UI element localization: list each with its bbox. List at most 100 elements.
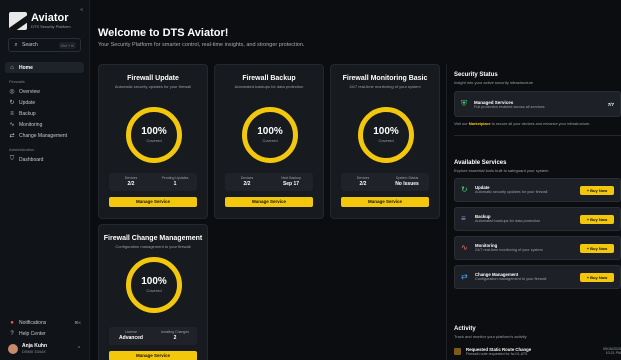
nav-monitoring-label: Monitoring (19, 121, 43, 128)
list-item[interactable]: Requested Static Route Change Firewall r… (454, 344, 621, 358)
card-firewall-backup: Firewall Backup Automated backups for da… (214, 64, 324, 219)
coverage-label: Covered (262, 138, 278, 143)
nav-section-administration: Administration (9, 147, 35, 152)
buy-now-button[interactable]: + Buy Now (580, 272, 614, 282)
refresh-icon: ↻ (9, 100, 15, 106)
marketplace-link[interactable]: Marketplace (469, 122, 491, 126)
buy-now-button[interactable]: + Buy Now (580, 214, 614, 224)
coverage-ring: 100% Covered (126, 257, 182, 313)
nav-backup-label: Backup (19, 110, 36, 117)
service-desc: Automatic security updates for your fire… (475, 190, 548, 195)
avatar (8, 343, 18, 354)
available-services-title: Available Services (454, 160, 507, 166)
nav-overview[interactable]: ◎ Overview (5, 86, 84, 97)
service-desc: Configuration management to your firewal… (475, 277, 547, 282)
nav-change-management[interactable]: ⇄ Change Management (5, 130, 84, 141)
shield-check-icon: ⛨ (461, 99, 467, 108)
coverage-percent: 100% (373, 126, 399, 137)
stat-value: Advanced (119, 335, 143, 341)
stat: System Status No Issues (385, 173, 429, 191)
activity-subtitle: Track and monitor your platform's activi… (454, 334, 527, 339)
stat-label: Next Backup (281, 176, 301, 180)
collapse-sidebar-button[interactable]: « (80, 7, 83, 13)
buy-now-button[interactable]: + Buy Now (580, 243, 614, 253)
change-icon: ⇄ (461, 272, 468, 281)
coverage-ring: 100% Covered (126, 107, 182, 163)
shield-icon: ⛉ (9, 156, 15, 162)
stat-label: Awaiting Changes (160, 330, 190, 334)
divider (454, 135, 621, 136)
service-change-management: ⇄ Change Management Configuration manage… (454, 265, 621, 289)
manage-service-button[interactable]: Manage Service (109, 351, 197, 360)
stat-value: No Issues (395, 181, 419, 187)
nav-overview-label: Overview (19, 88, 40, 95)
refresh-icon: ↻ (461, 185, 468, 194)
nav-backup[interactable]: ≡ Backup (5, 108, 84, 119)
coverage-label: Covered (378, 138, 394, 143)
activity-time: 10:21 PM (605, 351, 621, 355)
card-subtitle: Automatic security updates for your fire… (114, 84, 192, 89)
app-tagline: DTS Security Platform (31, 24, 71, 29)
card-firewall-monitoring: Firewall Monitoring Basic 24/7 real-time… (330, 64, 440, 219)
security-status: Security Status Insight into your active… (454, 72, 621, 136)
manage-service-button[interactable]: Manage Service (225, 197, 313, 207)
manage-service-button[interactable]: Manage Service (341, 197, 429, 207)
coverage-percent: 100% (141, 276, 167, 287)
nav-notifications[interactable]: ● Notifications ⌘K (5, 317, 85, 328)
coverage-label: Covered (146, 138, 162, 143)
activity: Activity Track and monitor your platform… (454, 326, 621, 358)
stat-label: Devices (356, 176, 370, 180)
nav-monitoring[interactable]: ∿ Monitoring (5, 119, 84, 130)
user-role: DSM0 3344X (22, 349, 46, 354)
search-shortcut: Ctrl + K (58, 41, 76, 49)
app-root: Aviator DTS Security Platform « ⌕ Search… (0, 0, 621, 360)
card-title: Firewall Monitoring Basic (342, 75, 428, 82)
marketplace-note: Visit our Marketplace to secure all your… (454, 122, 621, 127)
aviator-logo-icon (9, 12, 27, 30)
manage-service-button[interactable]: Manage Service (109, 197, 197, 207)
nav-home[interactable]: ⌂ Home (5, 62, 84, 73)
available-services: Available Services Explore essential too… (454, 160, 621, 289)
logo[interactable]: Aviator DTS Security Platform « (0, 0, 89, 34)
service-monitoring: ∿ Monitoring 24/7 real-time monitoring o… (454, 236, 621, 260)
pulse-icon: ∿ (9, 122, 15, 128)
service-update: ↻ Update Automatic security updates for … (454, 178, 621, 202)
bell-icon: ● (10, 319, 14, 326)
app-name: Aviator (31, 12, 69, 24)
coverage-ring: 100% Covered (242, 107, 298, 163)
nav-update[interactable]: ↻ Update (5, 97, 84, 108)
nav-dashboard[interactable]: ⛉ Dashboard (5, 154, 84, 165)
search-input[interactable]: ⌕ Search Ctrl + K (8, 38, 81, 52)
nav-notifications-label: Notifications (19, 319, 47, 326)
buy-now-button[interactable]: + Buy Now (580, 185, 614, 195)
coverage-label: Covered (146, 288, 162, 293)
coverage-percent: 100% (257, 126, 283, 137)
search-icon: ⌕ (14, 41, 18, 48)
stat: Awaiting Changes 2 (153, 327, 197, 345)
stat: Devices 2/2 (341, 173, 385, 191)
nav-help-center[interactable]: ? Help Center (5, 328, 85, 339)
service-desc: 24/7 real-time monitoring of your system (475, 248, 543, 253)
chevron-up-icon[interactable]: ⌃ (76, 346, 82, 352)
managed-services-box[interactable]: ⛨ Managed Services Full protection enabl… (454, 91, 621, 117)
note-text: Visit our (454, 122, 469, 126)
stat: Devices 2/2 (109, 173, 153, 191)
available-services-subtitle: Explore essential tools built to safegua… (454, 168, 549, 173)
database-icon: ≡ (10, 110, 14, 117)
stat-label: Devices (240, 176, 254, 180)
stat-value: 1 (173, 181, 177, 187)
stat: Devices 2/2 (225, 173, 269, 191)
search-label: Search (22, 42, 38, 48)
card-firewall-update: Firewall Update Automatic security updat… (98, 64, 208, 219)
card-subtitle: Automated backups for data protection (234, 84, 304, 89)
user-profile[interactable]: Anja Kuhn DSM0 3344X ⌃ (0, 339, 90, 360)
activity-item-subtitle: Firewall route requested for fw-01-ATS (466, 351, 528, 356)
security-status-title: Security Status (454, 72, 498, 78)
nav-update-label: Update (19, 99, 36, 106)
coverage-ring: 100% Covered (358, 107, 414, 163)
note-text: to secure all your devices and enhance y… (490, 122, 591, 126)
card-subtitle: Configuration management to your firewal… (115, 244, 191, 249)
service-backup: ≡ Backup Automated backups for data prot… (454, 207, 621, 231)
stat-label: License (124, 330, 138, 334)
nav-dashboard-label: Dashboard (19, 156, 44, 163)
